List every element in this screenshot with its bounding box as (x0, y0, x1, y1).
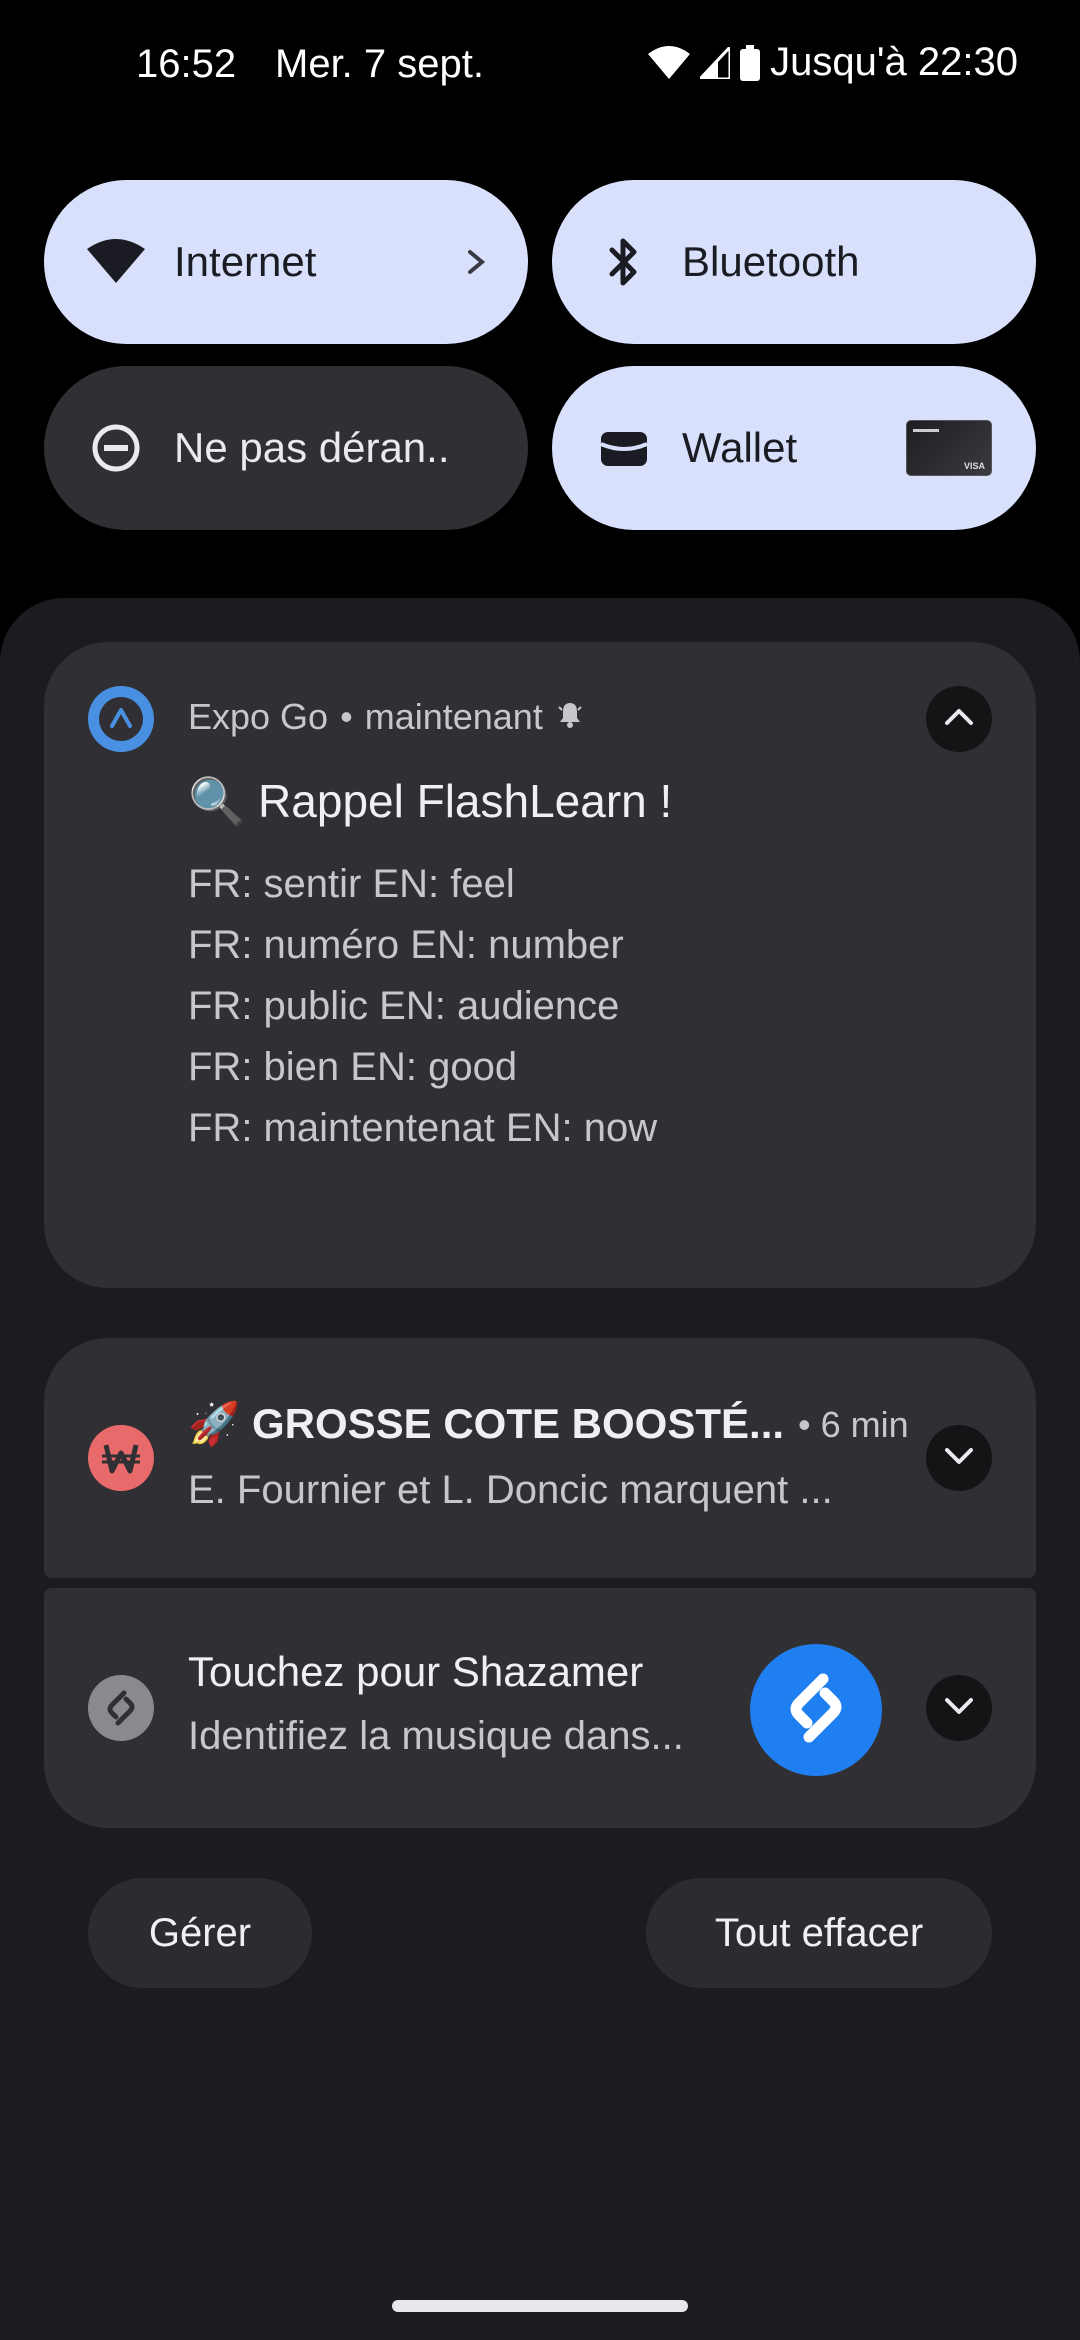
notification-body: FR: sentir EN: feel FR: numéro EN: numbe… (188, 854, 657, 1159)
betting-app-icon (88, 1425, 154, 1491)
notification-time: maintenant (364, 696, 543, 737)
qs-tile-do-not-disturb[interactable]: Ne pas déran.. (44, 366, 528, 530)
vocab-line: FR: bien EN: good (188, 1045, 518, 1089)
wifi-icon (86, 232, 146, 292)
notification-title: Touchez pour Shazamer (188, 1648, 644, 1695)
shazam-button[interactable] (750, 1644, 882, 1776)
expand-button[interactable] (926, 1675, 992, 1741)
status-bar: 16:52 Mer. 7 sept. Jusqu'à 22:30 (0, 0, 1080, 130)
header-separator: • (340, 696, 353, 737)
qs-tile-bluetooth[interactable]: Bluetooth (552, 180, 1036, 344)
notification-title-row: 🚀 GROSSE COTE BOOSTÉ... • 6 min (188, 1400, 909, 1449)
notification-title: 🚀 GROSSE COTE BOOSTÉ... (188, 1400, 785, 1447)
qs-tile-internet[interactable]: Internet (44, 180, 528, 344)
shazam-app-icon (88, 1675, 154, 1741)
status-icons: Jusqu'à 22:30 (648, 40, 1018, 85)
alert-bell-icon (555, 696, 585, 738)
cell-signal-icon (700, 46, 731, 79)
wifi-icon (648, 45, 691, 80)
notification-text: E. Fournier et L. Doncic marquent ... (188, 1468, 833, 1512)
shazam-logo-icon (771, 1663, 861, 1758)
notification-title: 🔍 Rappel FlashLearn ! (188, 775, 673, 827)
qs-tile-wallet[interactable]: Wallet VISA (552, 366, 1036, 530)
vocab-line: FR: numéro EN: number (188, 923, 624, 967)
wallet-card-thumbnail: VISA (906, 420, 992, 476)
app-name: Expo Go (188, 696, 329, 737)
vocab-line: FR: maintentenat EN: now (188, 1106, 658, 1150)
battery-icon (740, 44, 761, 81)
notification-text: Identifiez la musique dans... (188, 1714, 684, 1758)
do-not-disturb-icon (86, 418, 146, 478)
home-indicator[interactable] (392, 2300, 688, 2312)
qs-tile-label: Internet (174, 238, 317, 285)
qs-tile-label: Ne pas déran.. (174, 424, 450, 471)
qs-tile-label: Wallet (682, 424, 798, 471)
status-date: Mer. 7 sept. (275, 42, 484, 86)
wallet-icon (594, 418, 654, 478)
status-time: 16:52 (136, 42, 237, 86)
expo-go-app-icon (88, 686, 154, 752)
notification-time: • 6 min (798, 1403, 909, 1445)
qs-tile-label: Bluetooth (682, 238, 860, 285)
notification-shazam[interactable]: Touchez pour Shazamer Identifiez la musi… (44, 1588, 1036, 1828)
manage-button[interactable]: Gérer (88, 1878, 312, 1988)
vocab-line: FR: sentir EN: feel (188, 862, 515, 906)
collapse-button[interactable] (926, 686, 992, 752)
notification-header: Expo Go • maintenant (188, 696, 585, 738)
chevron-right-icon (464, 238, 488, 291)
chevron-up-icon (941, 705, 977, 734)
chevron-down-icon (941, 1444, 977, 1473)
vocab-line: FR: public EN: audience (188, 984, 620, 1028)
battery-estimate: Jusqu'à 22:30 (770, 40, 1018, 84)
expand-button[interactable] (926, 1425, 992, 1491)
notification-betting[interactable]: 🚀 GROSSE COTE BOOSTÉ... • 6 min E. Fourn… (44, 1338, 1036, 1578)
clear-all-button[interactable]: Tout effacer (646, 1878, 992, 1988)
bluetooth-icon (594, 232, 654, 292)
notification-expo-go[interactable]: Expo Go • maintenant 🔍 Rappel FlashLearn… (44, 642, 1036, 1288)
chevron-down-icon (941, 1694, 977, 1723)
